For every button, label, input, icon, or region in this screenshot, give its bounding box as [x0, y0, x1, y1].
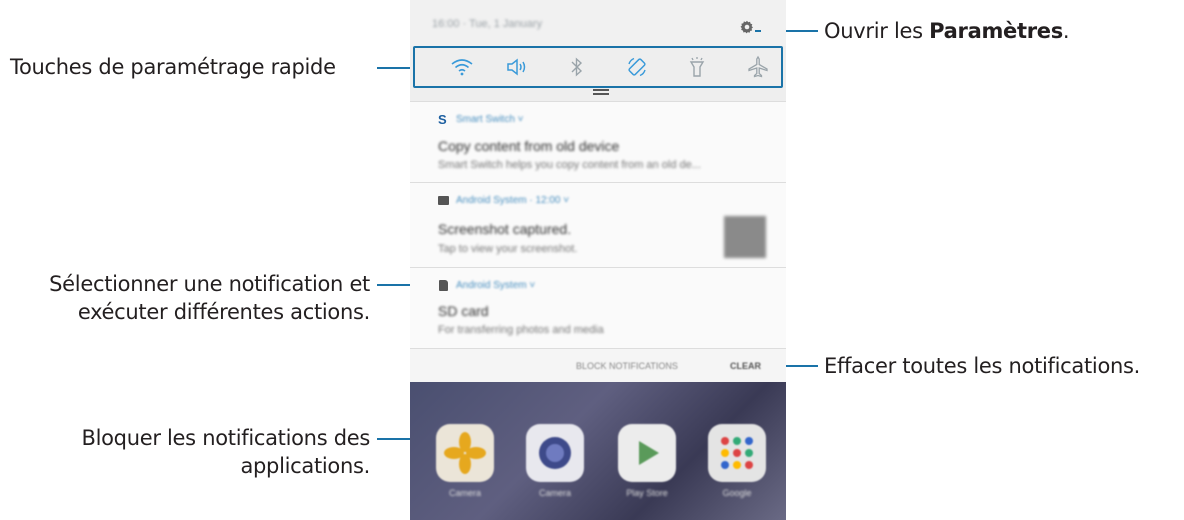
notification-card[interactable]: Android System ˅ SD card For transferrin… — [410, 267, 786, 348]
notification-title: Copy content from old device — [438, 138, 620, 154]
sound-icon[interactable] — [497, 47, 537, 87]
notification-body: Tap to view your screenshot. — [438, 243, 578, 255]
app-label: Camera — [538, 488, 571, 498]
notification-app: Android System ˅ — [456, 280, 536, 291]
callout-block-line2: applications. — [240, 454, 370, 478]
notification-title: Screenshot captured. — [438, 221, 572, 237]
quick-settings-row — [422, 47, 786, 87]
panel-drag-handle[interactable] — [593, 89, 609, 95]
sd-card-icon — [439, 280, 448, 291]
settings-pointer-notch — [755, 30, 761, 32]
wifi-icon[interactable] — [442, 47, 482, 87]
play-store-app-icon[interactable] — [618, 424, 676, 482]
callout-settings-bold: Paramètres — [929, 19, 1063, 43]
callout-clear-all: Effacer toutes les notifications. — [824, 354, 1141, 378]
notification-title: SD card — [438, 303, 489, 319]
notification-app: Android System · 12:00 ˅ — [456, 195, 570, 206]
notification-card[interactable]: Android System · 12:00 ˅ Screenshot capt… — [410, 182, 786, 267]
notification-panel-header: 16:00 · Tue, 1 January — [410, 0, 786, 46]
gear-icon[interactable] — [740, 20, 754, 34]
flashlight-icon[interactable] — [677, 47, 717, 87]
image-icon — [438, 196, 449, 205]
home-screen-background: Camera Camera Play Store Google — [410, 382, 786, 520]
callout-select-notification: Sélectionner une notification et exécute… — [0, 270, 370, 326]
airplane-mode-icon[interactable] — [738, 47, 778, 87]
callout-block-notifications: Bloquer les notifications des applicatio… — [0, 424, 370, 480]
callout-line-quick-settings — [377, 67, 410, 69]
callout-settings-prefix: Ouvrir les — [824, 19, 930, 43]
notification-card[interactable]: S Smart Switch ˅ Copy content from old d… — [410, 101, 786, 182]
camera-app-icon[interactable] — [526, 424, 584, 482]
app-label: Play Store — [626, 488, 668, 498]
smart-switch-icon: S — [438, 112, 447, 127]
callout-select-line1: Sélectionner une notification et — [49, 272, 370, 296]
callout-select-line2: exécuter différentes actions. — [77, 300, 370, 324]
callout-open-settings: Ouvrir les Paramètres. — [824, 17, 1070, 45]
auto-rotate-icon[interactable] — [617, 47, 657, 87]
callout-settings-suffix: . — [1062, 19, 1070, 43]
app-label: Camera — [448, 488, 481, 498]
callout-block-line1: Bloquer les notifications des — [81, 426, 370, 450]
app-label: Google — [722, 488, 752, 498]
screenshot-thumbnail[interactable] — [724, 216, 766, 258]
bluetooth-icon[interactable] — [557, 47, 597, 87]
notification-actions-bar: BLOCK NOTIFICATIONS CLEAR — [410, 348, 786, 383]
flower-app-icon[interactable] — [436, 424, 494, 482]
block-notifications-button[interactable]: BLOCK NOTIFICATIONS — [576, 361, 678, 371]
notification-body: For transferring photos and media — [438, 324, 604, 336]
notification-body: Smart Switch helps you copy content from… — [438, 159, 701, 171]
callout-quick-settings: Touches de paramétrage rapide — [10, 55, 336, 79]
notification-app: Smart Switch ˅ — [456, 114, 524, 125]
phone-screen: 16:00 · Tue, 1 January S Smart Switch ˅ — [410, 0, 786, 520]
google-folder-icon[interactable] — [708, 424, 766, 482]
status-time-date: 16:00 · Tue, 1 January — [432, 18, 543, 30]
clear-button[interactable]: CLEAR — [730, 361, 761, 371]
